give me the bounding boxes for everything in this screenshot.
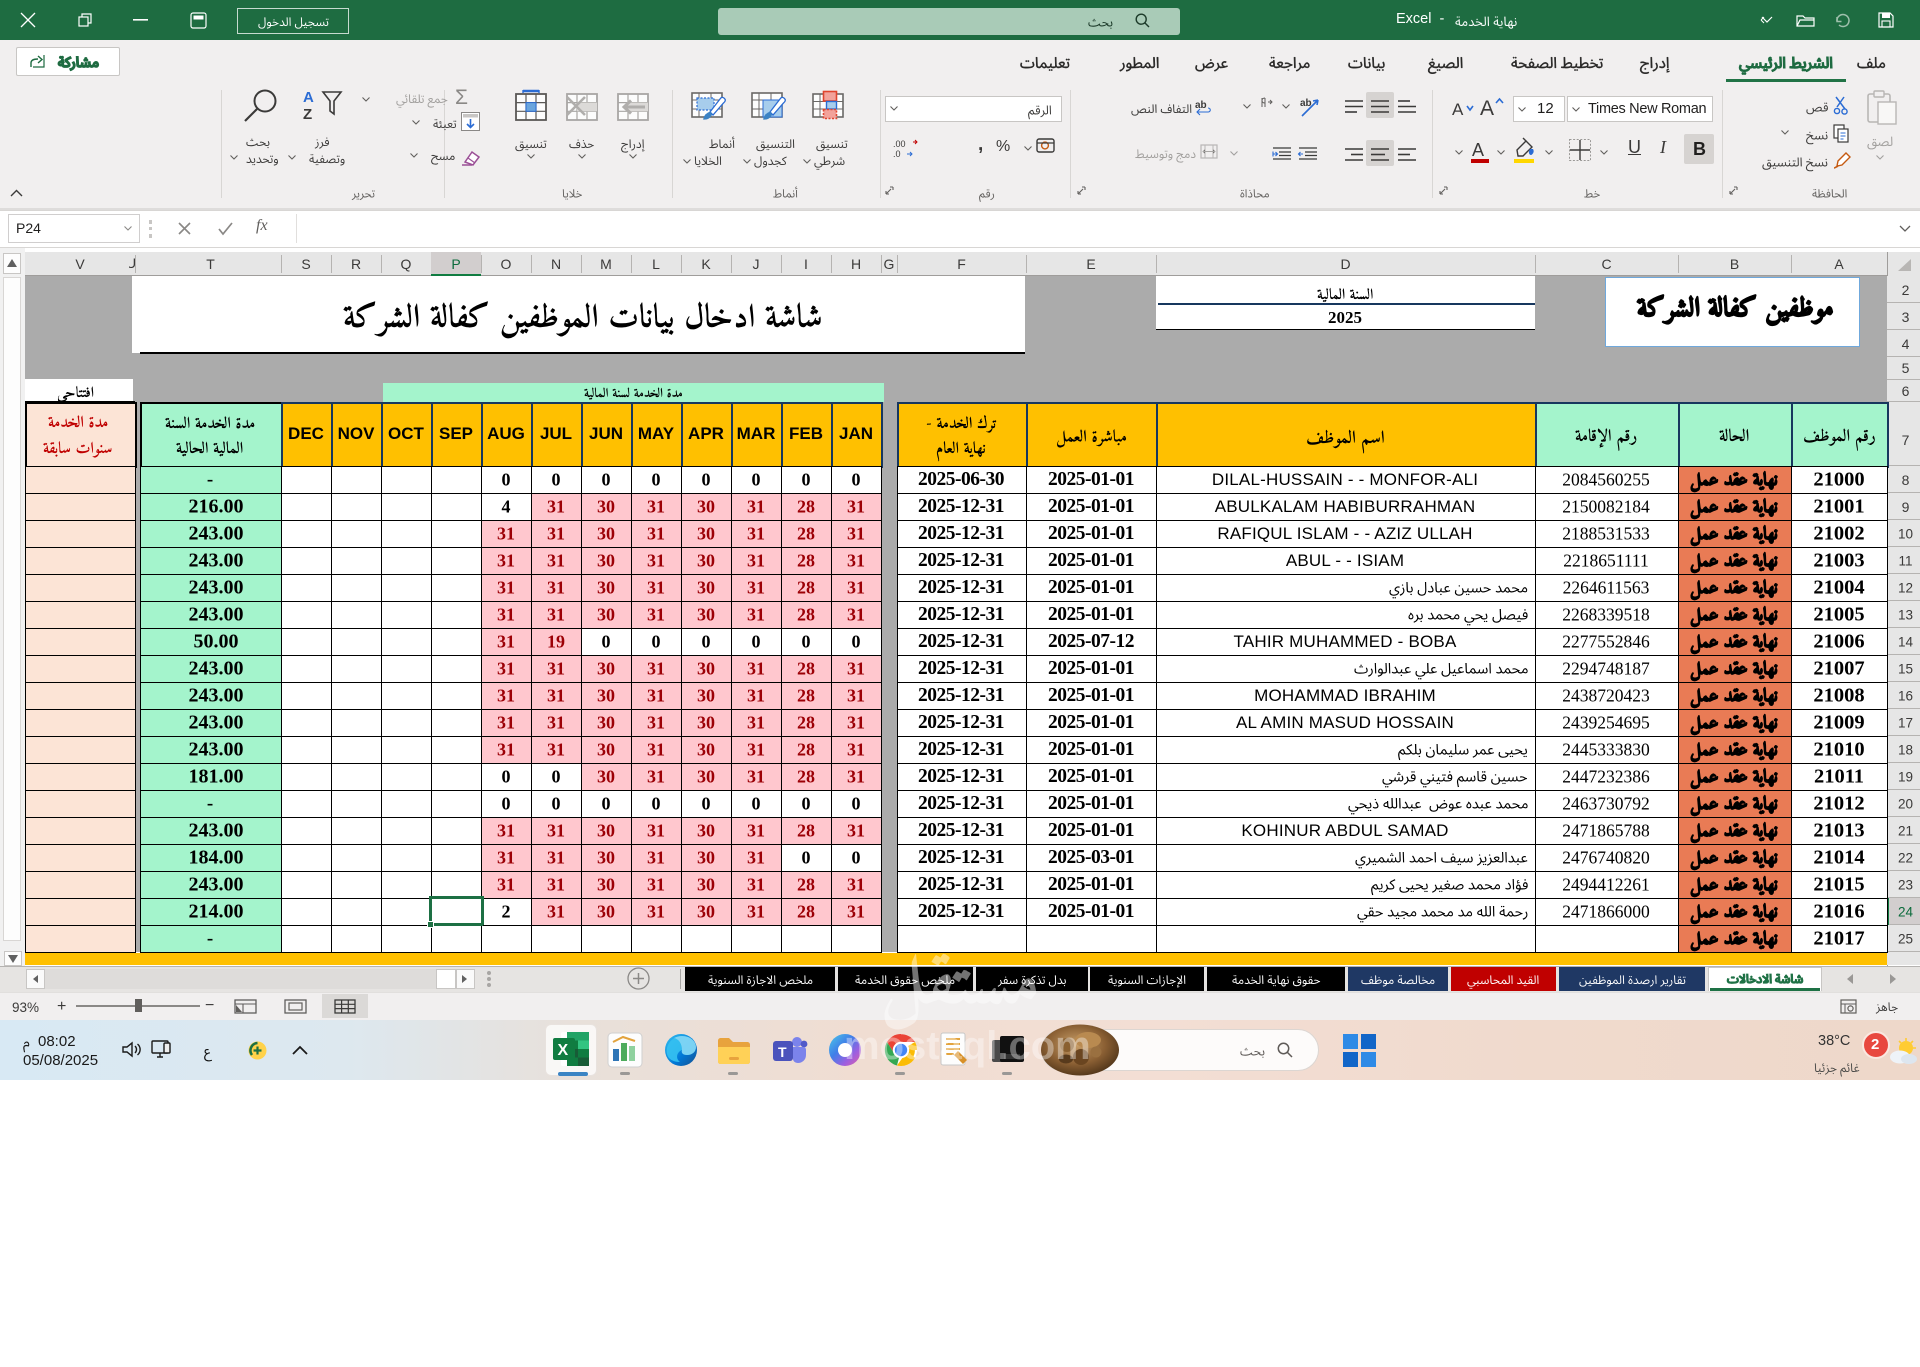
svg-text:.0: .0 bbox=[893, 149, 901, 159]
svg-text:A: A bbox=[1452, 100, 1464, 119]
svg-text:X: X bbox=[558, 1042, 569, 1059]
svg-text:.00: .00 bbox=[893, 139, 906, 149]
svg-text:A: A bbox=[1480, 97, 1494, 120]
svg-text:ab: ab bbox=[1195, 100, 1207, 111]
svg-text:A: A bbox=[1472, 140, 1484, 160]
svg-text:ab: ab bbox=[1300, 98, 1312, 109]
svg-text:T: T bbox=[778, 1044, 787, 1060]
